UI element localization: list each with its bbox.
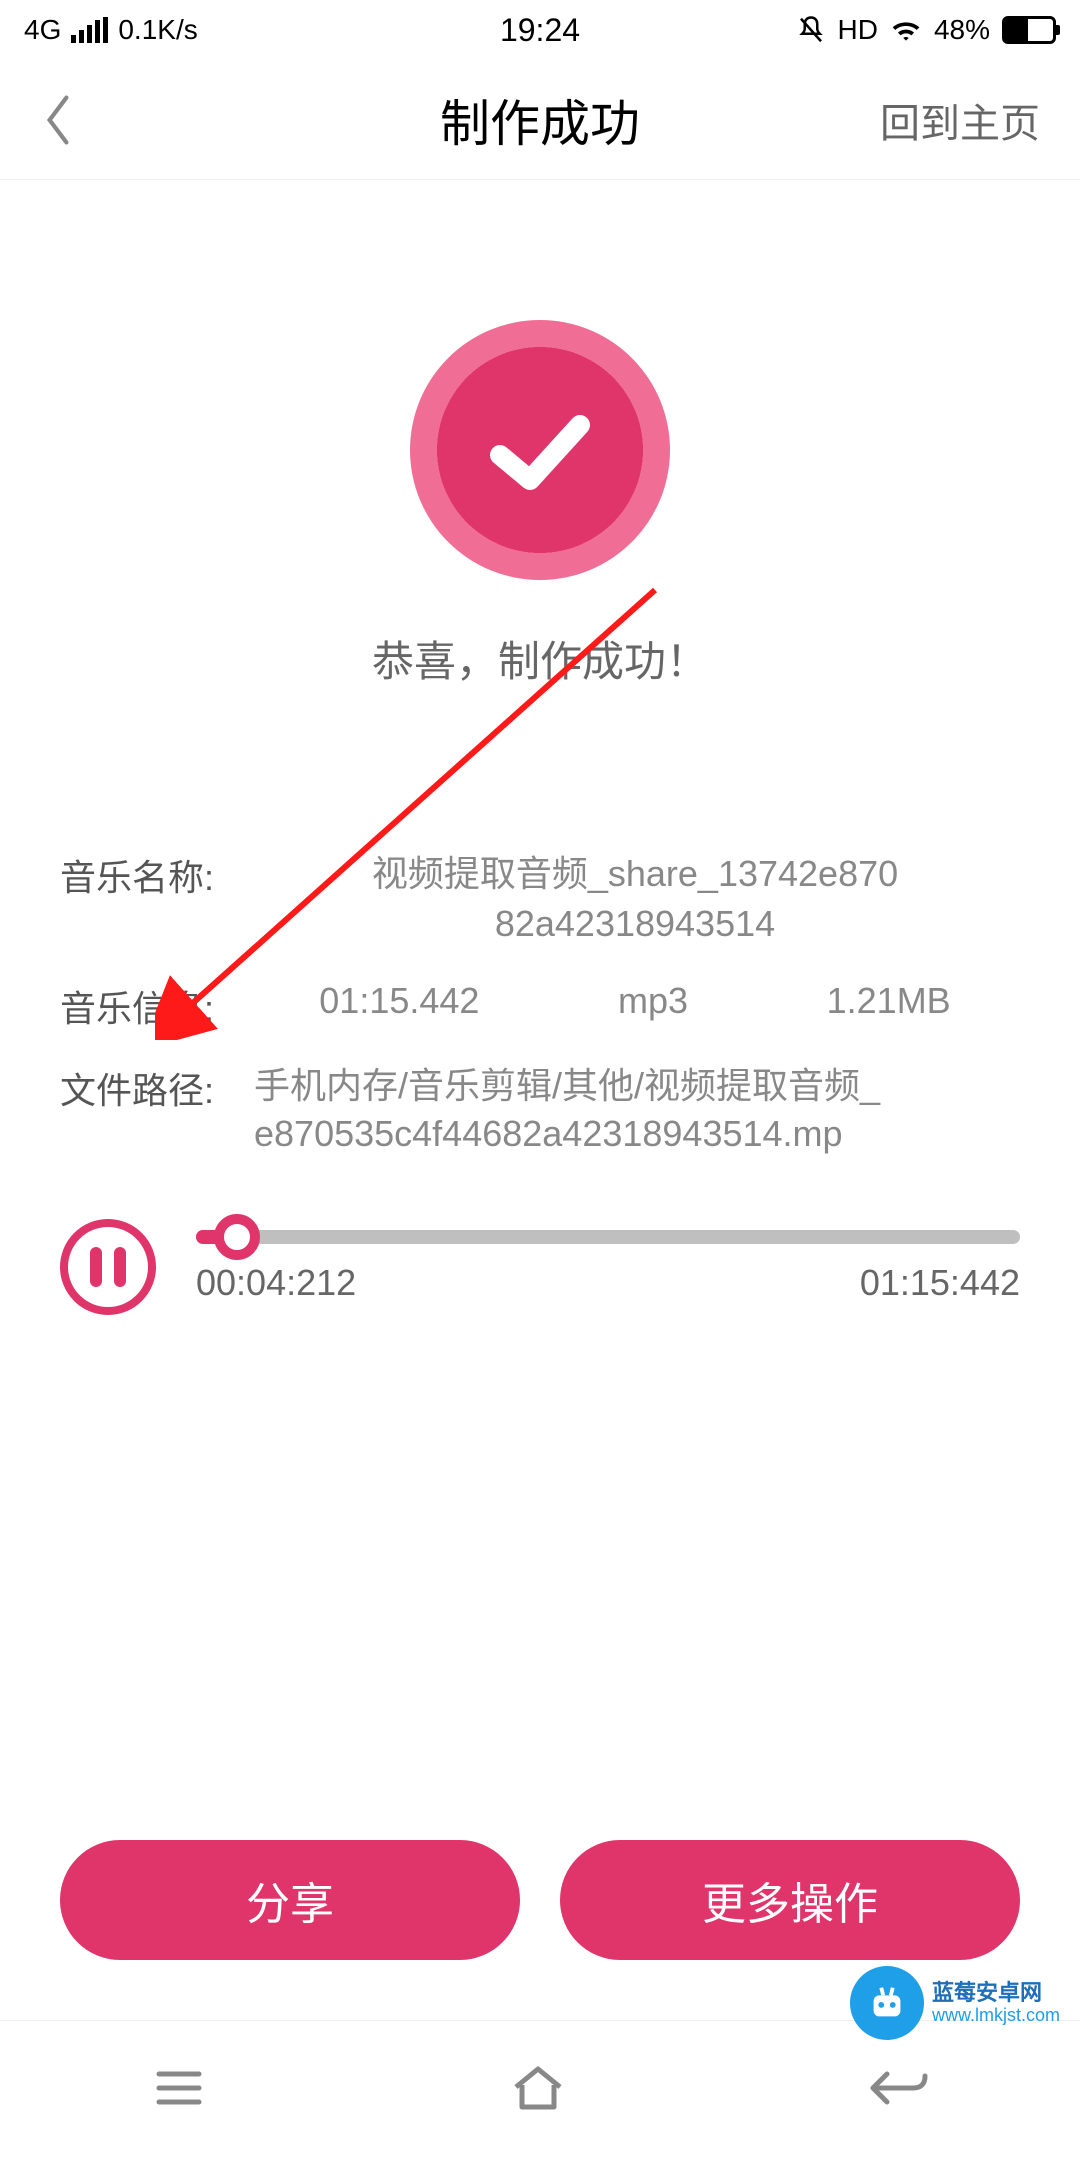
info-row-path: 文件路径: 手机内存/音乐剪辑/其他/视频提取音频_ e870535c4f446… [60,1062,1020,1159]
progress-slider[interactable] [196,1230,1020,1244]
current-time: 00:04:212 [196,1262,356,1304]
data-rate-label: 0.1K/s [118,14,197,46]
wifi-icon [890,14,922,46]
status-bar: 4G 0.1K/s 19:24 HD 48% [0,0,1080,60]
status-left: 4G 0.1K/s [24,14,198,46]
nav-recent-button[interactable] [149,2066,209,2115]
nav-back-button[interactable] [867,2066,931,2115]
mute-icon [796,15,826,45]
watermark-site-url: www.lmkjst.com [932,2005,1060,2026]
music-name-value: 视频提取音频_share_13742e870 82a42318943514 [250,849,1020,950]
filesize-value: 1.21MB [827,980,951,1022]
info-row-meta: 音乐信息: 01:15.442 mp3 1.21MB [60,980,1020,1032]
music-name-label: 音乐名称: [60,849,250,901]
nav-home-button[interactable] [508,2063,568,2118]
battery-percent: 48% [934,14,990,46]
hd-label: HD [838,14,878,46]
file-path-value: 手机内存/音乐剪辑/其他/视频提取音频_ e870535c4f44682a423… [250,1062,1020,1159]
status-time: 19:24 [500,12,580,49]
watermark-site-name: 蓝莓安卓网 [932,1980,1060,2005]
watermark-text: 蓝莓安卓网 www.lmkjst.com [932,1980,1060,2026]
more-button[interactable]: 更多操作 [560,1840,1020,1960]
audio-player: 00:04:212 01:15:442 [0,1219,1080,1315]
signal-icon [71,17,108,43]
watermark: 蓝莓安卓网 www.lmkjst.com [850,1966,1060,2040]
battery-icon [1002,16,1056,44]
duration-value: 01:15.442 [319,980,479,1022]
music-info-label: 音乐信息: [60,980,250,1032]
back-button[interactable] [40,95,90,145]
progress-thumb[interactable] [214,1214,260,1260]
file-path-label: 文件路径: [60,1062,250,1114]
info-row-name: 音乐名称: 视频提取音频_share_13742e870 82a42318943… [60,849,1020,950]
pause-icon [90,1247,126,1287]
format-value: mp3 [618,980,688,1022]
status-right: HD 48% [796,14,1057,46]
progress-section: 00:04:212 01:15:442 [196,1230,1020,1304]
success-check-icon [410,320,670,580]
pause-button[interactable] [60,1219,156,1315]
success-message: 恭喜，制作成功！ [372,628,708,689]
success-section: 恭喜，制作成功！ [0,180,1080,689]
system-nav-bar [0,2020,1080,2160]
share-button[interactable]: 分享 [60,1840,520,1960]
app-header: 制作成功 回到主页 [0,60,1080,180]
page-title: 制作成功 [440,84,640,156]
network-type-label: 4G [24,14,61,46]
total-time: 01:15:442 [860,1262,1020,1304]
file-info-section: 音乐名称: 视频提取音频_share_13742e870 82a42318943… [0,849,1080,1159]
progress-times: 00:04:212 01:15:442 [196,1262,1020,1304]
music-info-values: 01:15.442 mp3 1.21MB [250,980,1020,1022]
home-link[interactable]: 回到主页 [880,91,1040,149]
action-bar: 分享 更多操作 [0,1840,1080,1960]
watermark-logo-icon [850,1966,924,2040]
